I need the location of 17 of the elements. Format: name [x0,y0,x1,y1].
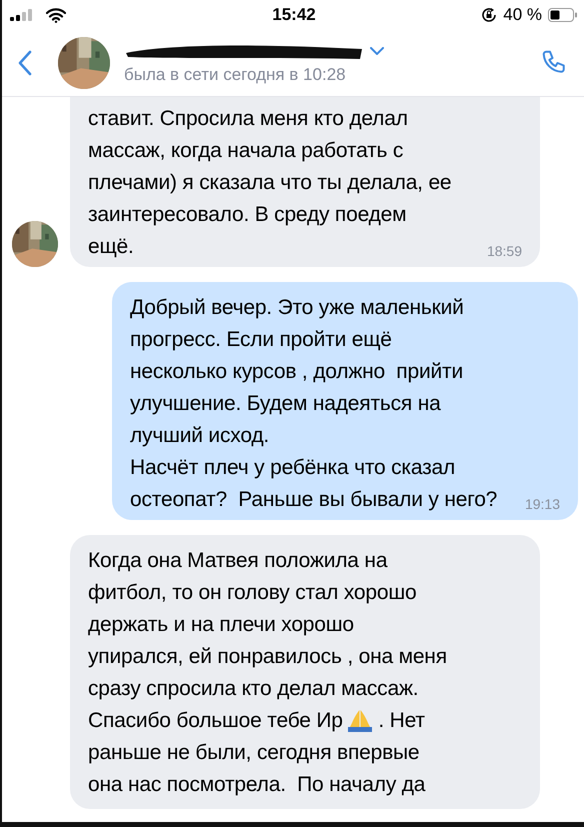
message-time: 19:13 [524,496,560,512]
message-text: раньше не были, сегодня впервые она нас посмотрела. По началу да [88,740,426,798]
battery-percent: 40 % [503,5,542,25]
message-text: Когда она Матвея положила на фитбол, то он голову стал хорошо держать и на плечи хорошо упирался, ей понравилось , она меня сразу спросила кто делал массаж. [88,548,447,702]
message-text: Спасибо большое тебе Ир [88,708,343,734]
signal-icon [10,9,34,21]
back-icon[interactable] [18,50,32,76]
rotation-lock-icon [481,7,498,23]
message-text: Добрый вечер. Это уже маленький прогресс. Если пройти ещё несколько курсов , должно прийти улучшение. Будем надеяться на лучший исход. Насчёт плеч у ребёнка что сказал остеопат? Раньше вы бывали у него? [130,295,498,513]
message-text: . Нет [377,708,425,734]
battery-icon [548,8,578,22]
chevron-down-icon[interactable] [370,47,384,55]
wifi-icon [46,8,66,22]
message-text: ставит. Спросила меня кто делал массаж, когда начала работать с плечами) я сказала что ты делала, ее заинтересовало. В среду поедем ещё. [88,106,452,260]
last-seen-text: была в сети сегодня в 10:28 [124,65,347,85]
message-time: 18:59 [486,243,522,259]
clock-time: 15:42 [272,5,316,25]
